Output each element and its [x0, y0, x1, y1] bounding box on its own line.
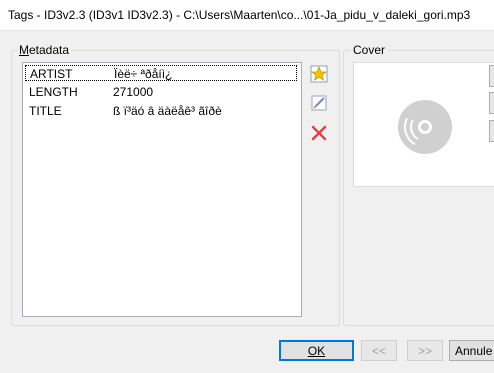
cover-image-box[interactable] — [353, 62, 494, 187]
cover-side-button-3[interactable] — [489, 120, 494, 142]
metadata-row-artist[interactable]: ARTIST Ïèë÷ ªðåíì¿ — [25, 65, 297, 81]
edit-field-button[interactable] — [308, 92, 330, 114]
ok-label: OK — [307, 344, 326, 358]
add-field-button[interactable] — [308, 63, 330, 85]
metadata-value: Ïèë÷ ªðåíì¿ — [114, 67, 173, 81]
metadata-key: LENGTH — [29, 85, 78, 99]
metadata-row-length[interactable]: LENGTH 271000 — [25, 84, 297, 100]
delete-field-button[interactable] — [308, 122, 330, 144]
metadata-key: TITLE — [29, 104, 62, 118]
metadata-label-accel: M — [19, 43, 29, 57]
metadata-key: ARTIST — [30, 67, 73, 81]
window-title: Tags - ID3v2.3 (ID3v1 ID3v2.3) - C:\User… — [8, 8, 471, 22]
metadata-label-text: etadata — [29, 43, 70, 57]
metadata-value: ß ï³äó â äàëåê³ ãîðè — [113, 104, 222, 118]
metadata-group-label: Metadata — [17, 43, 72, 57]
cover-side-button-2[interactable] — [489, 92, 494, 114]
metadata-value: 271000 — [113, 85, 154, 99]
cover-group-label: Cover — [351, 43, 388, 57]
edit-icon — [311, 95, 327, 111]
ok-button[interactable]: OK — [279, 340, 354, 361]
cancel-button[interactable]: Annule — [449, 340, 494, 361]
metadata-row-title[interactable]: TITLE ß ï³äó â äàëåê³ ãîðè — [25, 103, 297, 119]
title-bar: Tags - ID3v2.3 (ID3v1 ID3v2.3) - C:\User… — [0, 0, 494, 31]
prev-button[interactable]: << — [361, 340, 397, 361]
disc-icon — [398, 100, 452, 154]
cover-side-button-1[interactable] — [489, 65, 494, 87]
next-button[interactable]: >> — [407, 340, 443, 361]
metadata-list[interactable]: ARTIST Ïèë÷ ªðåíì¿ LENGTH 271000 TITLE ß… — [22, 62, 302, 317]
star-new-icon — [310, 65, 328, 83]
delete-x-icon — [311, 125, 327, 141]
